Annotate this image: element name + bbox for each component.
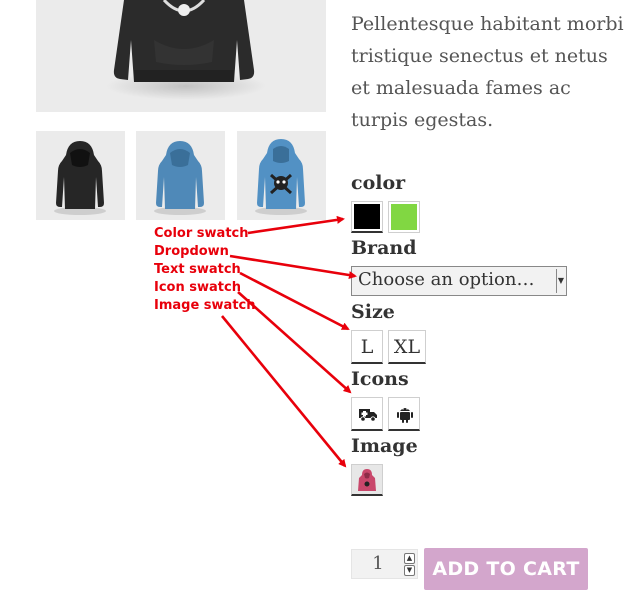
arrow-to-icon-swatch: [237, 291, 352, 394]
arrow-to-dropdown: [229, 254, 357, 280]
arrow-to-text-swatch: [239, 271, 350, 331]
arrow-to-color-swatch: [247, 215, 345, 235]
arrow-to-image-swatch: [220, 315, 347, 468]
annotation-arrows: [220, 215, 357, 468]
